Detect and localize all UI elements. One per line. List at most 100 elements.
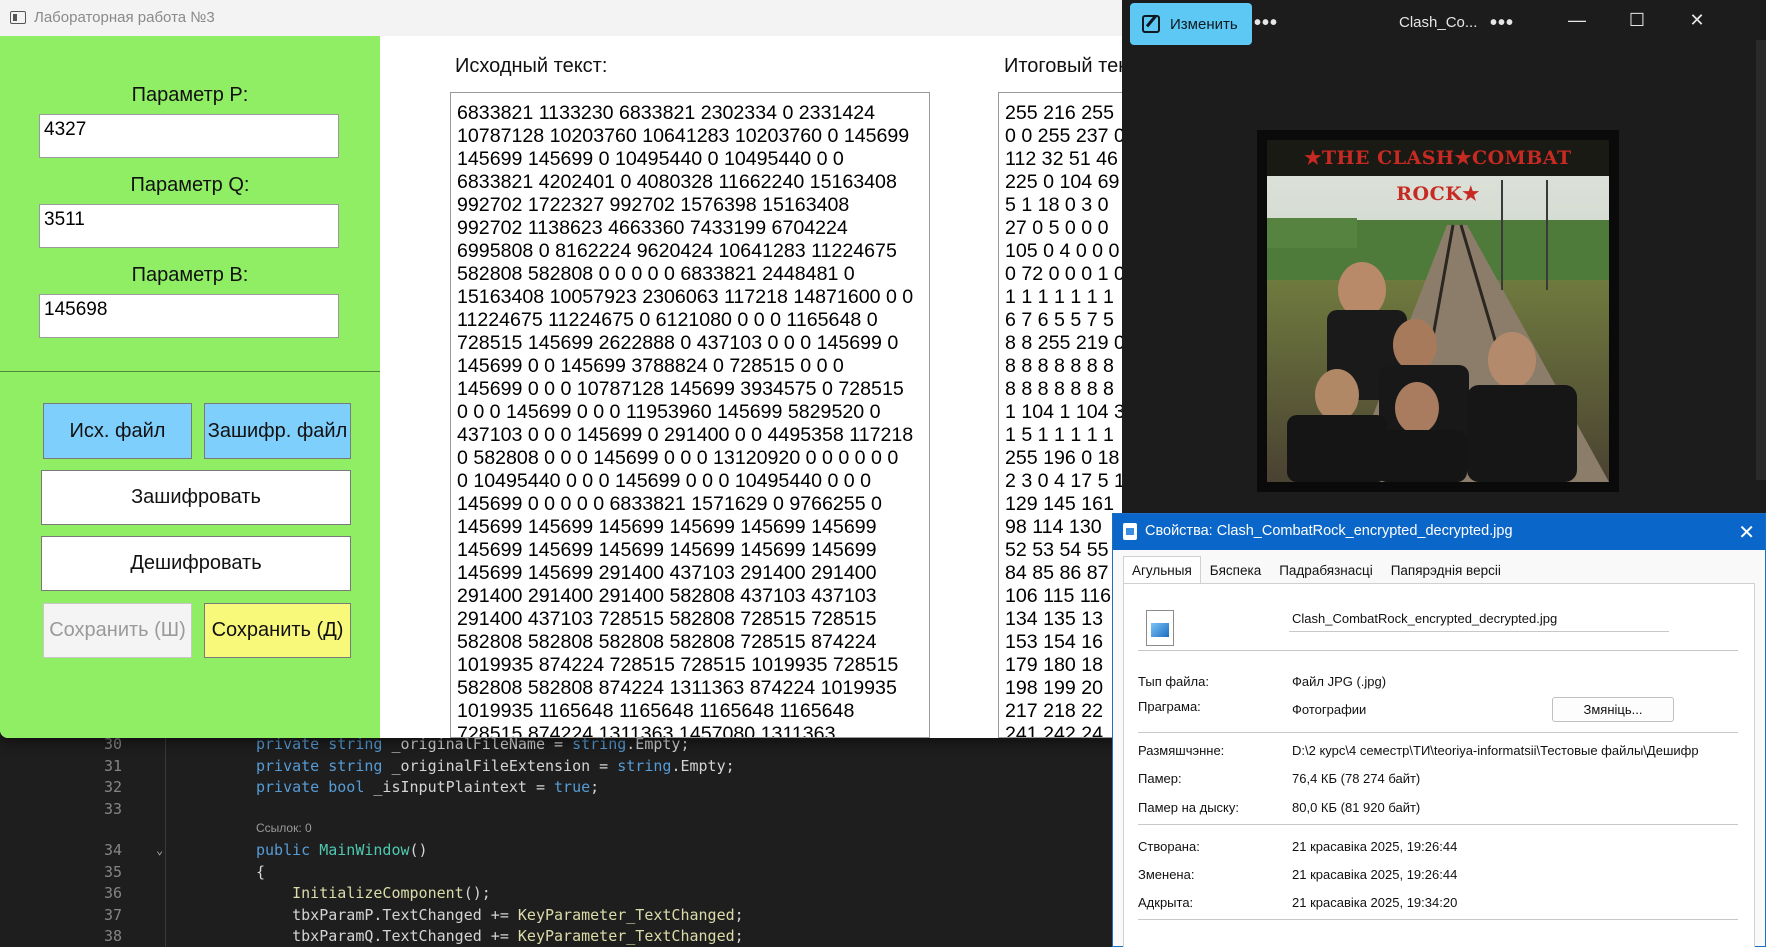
- text-line: 1019935 1165648 1165648 1165648 1165648: [457, 700, 855, 722]
- photos-titlebar[interactable]: Изменить ••• Clash_Co... ••• — ☐ ✕: [1122, 0, 1766, 48]
- created-label: Створана:: [1138, 839, 1200, 854]
- line-number: 35: [103, 863, 122, 881]
- properties-titlebar[interactable]: Свойства: Clash_CombatRock_encrypted_dec…: [1113, 514, 1765, 550]
- text-line: 145699 0 0 0 0 0 6833821 1571629 0 97662…: [457, 493, 882, 515]
- line-number: 36: [103, 884, 122, 902]
- created-value: 21 красавіка 2025, 19:26:44: [1292, 839, 1458, 854]
- code-line[interactable]: 34 ⌄ public MainWindow(): [0, 839, 1100, 861]
- text-line: 992702 1138623 4663360 7433199 6704224: [457, 217, 848, 239]
- code-text: private string _originalFileExtension = …: [256, 757, 735, 775]
- edit-image-button[interactable]: Изменить: [1130, 3, 1252, 45]
- album-cover-image[interactable]: ★THE CLASH★COMBAT ROCK★: [1267, 140, 1609, 482]
- line-number: 34: [103, 841, 122, 859]
- tab-previous-versions[interactable]: Папярэднія версіі: [1381, 556, 1510, 584]
- more-options-icon[interactable]: •••: [1490, 12, 1514, 35]
- properties-general-panel: Тып файла: Файл JPG (.jpg) Праграма: Фот…: [1123, 583, 1755, 947]
- code-line[interactable]: 35 {: [0, 861, 1100, 883]
- open-source-file-button[interactable]: Исх. файл: [43, 403, 192, 459]
- size-on-disk-label: Памер на дыску:: [1138, 800, 1239, 815]
- text-line: 217 218 22: [1005, 700, 1104, 722]
- photos-scrollbar[interactable]: [1756, 40, 1766, 480]
- text-line: 6833821 4202401 0 4080328 11662240 15163…: [457, 171, 897, 193]
- change-program-button[interactable]: Змяніць...: [1552, 697, 1674, 722]
- tab-security[interactable]: Бяспека: [1200, 556, 1271, 584]
- code-line[interactable]: 38 tbxParamQ.TextChanged += KeyParameter…: [0, 925, 1100, 947]
- file-name-field[interactable]: [1289, 606, 1669, 632]
- param-p-label: Параметр P:: [131, 84, 249, 106]
- separator: [1138, 732, 1738, 733]
- text-line: 27 0 5 0 0 0: [1005, 217, 1109, 239]
- code-line[interactable]: 36 InitializeComponent();: [0, 882, 1100, 904]
- properties-tabs: Агульныя Бяспека Падрабязнасці Папярэдні…: [1123, 556, 1510, 584]
- album-title-text: ★THE CLASH★COMBAT ROCK★: [1267, 140, 1609, 205]
- text-line: 992702 1722327 992702 1576398 15163408: [457, 194, 850, 216]
- source-text-area[interactable]: 6833821 1133230 6833821 2302334 0 233142…: [450, 92, 930, 738]
- text-line: 52 53 54 55: [1005, 539, 1109, 561]
- code-line[interactable]: 33: [0, 798, 1100, 820]
- code-text: private bool _isInputPlaintext = true;: [256, 778, 600, 796]
- code-line[interactable]: 37 tbxParamP.TextChanged += KeyParameter…: [0, 904, 1100, 926]
- panel-divider: [0, 371, 380, 372]
- param-p-input[interactable]: 4327: [39, 114, 339, 158]
- text-line: 0 0 255 237 0: [1005, 125, 1122, 147]
- code-text: public MainWindow(): [256, 841, 428, 859]
- close-icon[interactable]: ✕: [1738, 520, 1755, 545]
- text-line: 145699 145699 0 10495440 0 10495440 0 0: [457, 148, 844, 170]
- text-line: 8 8 255 219 0: [1005, 332, 1122, 354]
- edit-label: Изменить: [1170, 15, 1238, 33]
- text-line: 145699 0 0 145699 3788824 0 728515 0 0 0: [457, 355, 844, 377]
- text-line: 112 32 51 46: [1005, 148, 1118, 170]
- text-line: 582808 582808 582808 582808 728515 87422…: [457, 631, 877, 653]
- fold-chevron-icon[interactable]: ⌄: [156, 839, 163, 861]
- separator: [1138, 824, 1738, 825]
- open-encrypted-file-button[interactable]: Зашифр. файл: [204, 403, 351, 459]
- text-line: 1 104 1 104 3: [1005, 401, 1122, 423]
- text-line: 255 196 0 18: [1005, 447, 1120, 469]
- tab-details[interactable]: Падрабязнасці: [1270, 556, 1382, 584]
- text-line: 106 115 116: [1005, 585, 1112, 607]
- encrypt-button[interactable]: Зашифровать: [41, 470, 351, 525]
- save-encrypted-button[interactable]: Сохранить (Ш): [43, 603, 192, 658]
- minimize-icon[interactable]: —: [1562, 10, 1592, 31]
- text-line: 1 1 1 1 1 1 1: [1005, 286, 1114, 308]
- result-text-area[interactable]: 255 216 255 0 0 255 237 0 112 32 51 46 225 …: [998, 92, 1122, 738]
- param-b-input[interactable]: 145698: [39, 294, 339, 338]
- window-icon: [10, 11, 26, 24]
- window-title: Лабораторная работа №3: [34, 9, 215, 26]
- line-number: 38: [103, 927, 122, 945]
- tab-general[interactable]: Агульныя: [1123, 556, 1201, 584]
- text-line: 728515 145699 2622888 0 437103 0 0 0 145…: [457, 332, 899, 354]
- save-decrypted-button[interactable]: Сохранить (Д): [204, 603, 351, 658]
- app-titlebar[interactable]: Лабораторная работа №3: [0, 0, 1122, 36]
- code-text: tbxParamQ.TextChanged += KeyParameter_Te…: [256, 927, 744, 945]
- code-text: tbxParamP.TextChanged += KeyParameter_Te…: [256, 906, 744, 924]
- decrypt-button[interactable]: Дешифровать: [41, 536, 351, 591]
- text-line: 0 10495440 0 0 0 145699 0 0 0 10495440 0…: [457, 470, 872, 492]
- text-line: 582808 582808 874224 1311363 874224 1019…: [457, 677, 897, 699]
- text-line: 437103 0 0 0 145699 0 291400 0 0 4495358…: [457, 424, 914, 446]
- text-line: 1019935 874224 728515 728515 1019935 728…: [457, 654, 899, 676]
- text-line: 728515 874224 1311363 1457080 1311363: [457, 723, 836, 738]
- line-number: 32: [103, 778, 122, 796]
- maximize-icon[interactable]: ☐: [1622, 10, 1652, 31]
- text-line: 0 72 0 0 0 1 0: [1005, 263, 1122, 285]
- jpg-file-icon: [1146, 610, 1174, 646]
- more-options-icon[interactable]: •••: [1254, 12, 1278, 35]
- parameters-panel: Параметр P: 4327 Параметр Q: 3511 Параме…: [0, 36, 380, 738]
- text-line: 179 180 18: [1005, 654, 1104, 676]
- source-text-label: Исходный текст:: [455, 55, 608, 77]
- line-number: 31: [103, 757, 122, 775]
- accessed-label: Адкрыта:: [1138, 895, 1194, 910]
- text-line: 225 0 104 69: [1005, 171, 1120, 193]
- text-line: 1 5 1 1 1 1 1: [1005, 424, 1114, 446]
- param-q-label: Параметр Q:: [130, 174, 250, 196]
- text-line: 145699 145699 291400 437103 291400 29140…: [457, 562, 877, 584]
- code-line[interactable]: 31 private string _originalFileExtension…: [0, 755, 1100, 777]
- param-q-input[interactable]: 3511: [39, 204, 339, 248]
- text-line: 0 0 0 145699 0 0 0 11953960 145699 58295…: [457, 401, 881, 423]
- codelens-references[interactable]: Ссылок: 0: [256, 821, 312, 835]
- close-icon[interactable]: ✕: [1682, 10, 1712, 31]
- code-line[interactable]: 32 private bool _isInputPlaintext = true…: [0, 776, 1100, 798]
- text-line: 198 199 20: [1005, 677, 1104, 699]
- text-line: 105 0 4 0 0 0: [1005, 240, 1120, 262]
